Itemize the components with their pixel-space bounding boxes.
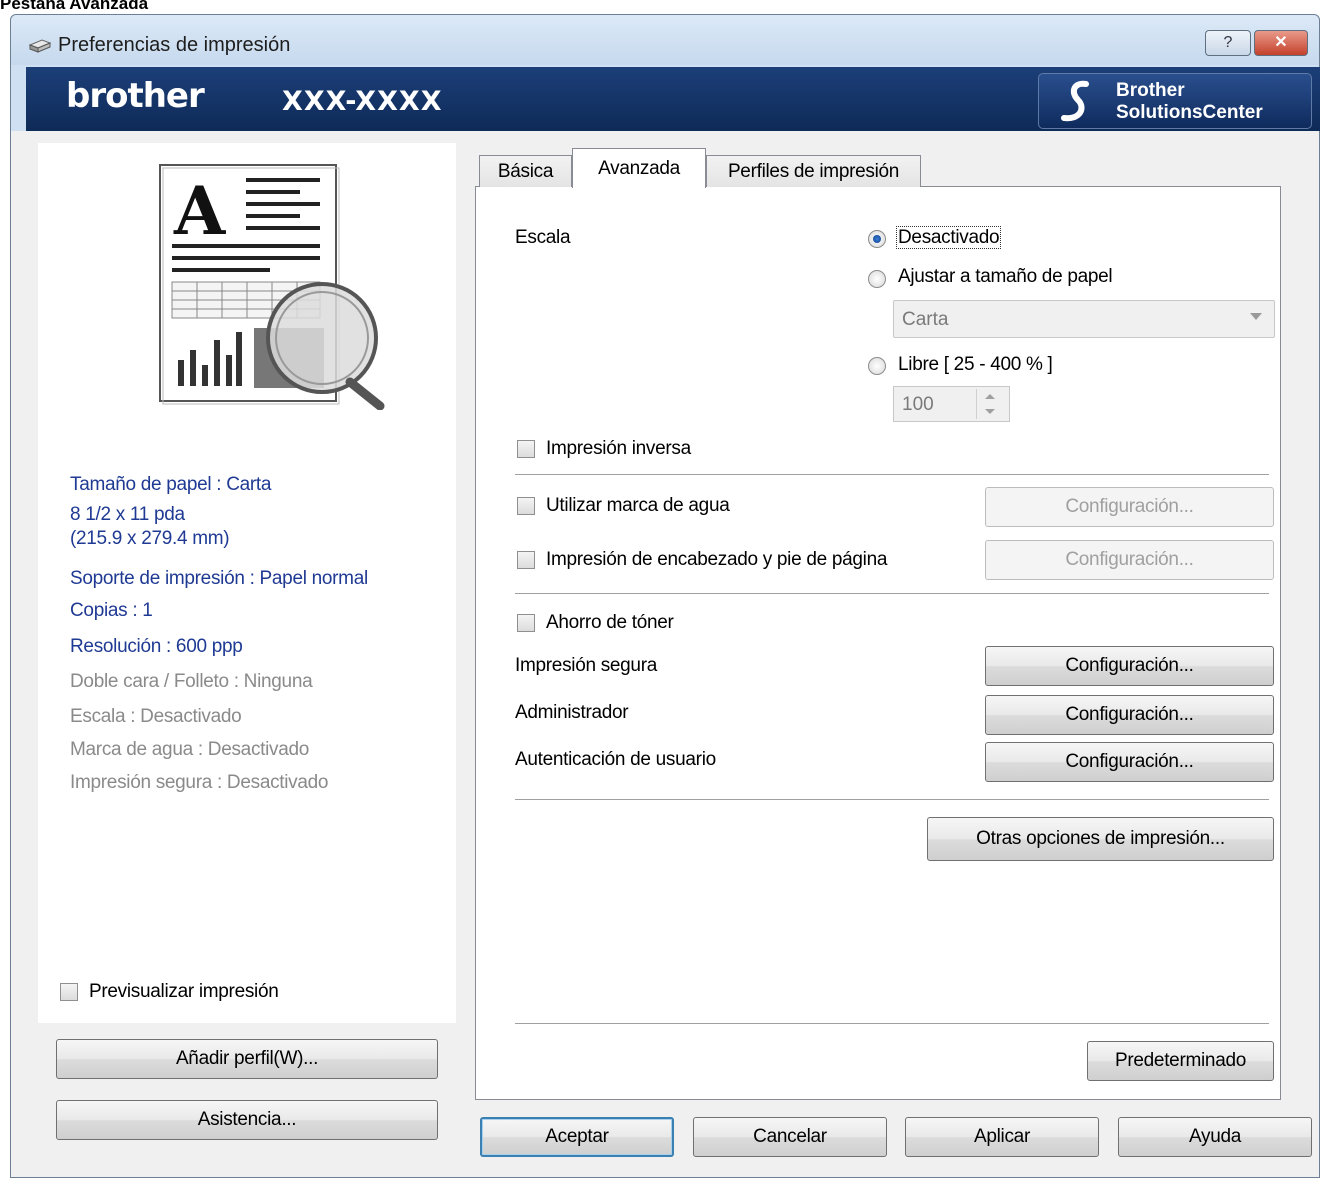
summary-paper-size: Tamaño de papel : Carta	[70, 474, 272, 495]
header-footer-label: Impresión de encabezado y pie de página	[546, 549, 888, 570]
secure-print-label: Impresión segura	[515, 655, 657, 676]
summary-duplex: Doble cara / Folleto : Ninguna	[70, 671, 313, 692]
reverse-print-label: Impresión inversa	[546, 438, 691, 459]
user-auth-config-button[interactable]: Configuración...	[985, 742, 1274, 782]
preview-label: Previsualizar impresión	[89, 981, 279, 1002]
solutions-center-line1: Brother	[1116, 80, 1185, 101]
combo-dropdown-arrow-icon	[1250, 313, 1262, 320]
scale-free-radio[interactable]	[868, 357, 886, 375]
summary-resolution: Resolución : 600 ppp	[70, 636, 243, 657]
summary-paper-inches: 8 1/2 x 11 pda	[70, 504, 185, 525]
ok-button[interactable]: Aceptar	[480, 1117, 674, 1157]
paper-size-combo-value: Carta	[902, 309, 949, 330]
support-button[interactable]: Asistencia...	[56, 1100, 438, 1140]
solutions-center-logo-icon	[1061, 80, 1089, 122]
summary-paper-mm: (215.9 x 279.4 mm)	[70, 528, 230, 549]
tab-advanced[interactable]: Avanzada	[572, 148, 706, 188]
scale-percent-value: 100	[902, 394, 934, 415]
toner-save-checkbox[interactable]	[517, 614, 535, 632]
divider	[515, 593, 1269, 594]
divider	[515, 799, 1269, 800]
printer-icon	[28, 39, 52, 53]
summary-scale: Escala : Desactivado	[70, 706, 242, 727]
scale-fit-radio[interactable]	[868, 270, 886, 288]
tab-print-profiles[interactable]: Perfiles de impresión	[706, 155, 921, 187]
summary-secure: Impresión segura : Desactivado	[70, 772, 329, 793]
divider	[515, 1023, 1269, 1024]
add-profile-button[interactable]: Añadir perfil(W)...	[56, 1039, 438, 1079]
user-auth-label: Autenticación de usuario	[515, 749, 716, 770]
window-title: Preferencias de impresión	[58, 34, 291, 56]
brother-logo: brother	[66, 76, 205, 116]
watermark-config-button[interactable]: Configuración...	[985, 487, 1274, 527]
reverse-print-checkbox[interactable]	[517, 440, 535, 458]
printer-model: XXX-XXXX	[282, 86, 443, 117]
default-button[interactable]: Predeterminado	[1087, 1041, 1274, 1081]
scale-free-label: Libre [ 25 - 400 % ]	[898, 354, 1053, 375]
secure-print-config-button[interactable]: Configuración...	[985, 646, 1274, 686]
spin-down-icon	[985, 409, 995, 414]
help-button[interactable]: Ayuda	[1118, 1117, 1312, 1157]
header-footer-checkbox[interactable]	[517, 551, 535, 569]
apply-button[interactable]: Aplicar	[905, 1117, 1099, 1157]
cancel-button[interactable]: Cancelar	[693, 1117, 887, 1157]
divider	[515, 474, 1269, 475]
help-title-button[interactable]: ?	[1205, 30, 1251, 56]
watermark-label: Utilizar marca de agua	[546, 495, 730, 516]
document-preview-icon: A	[159, 164, 385, 410]
header-footer-config-button[interactable]: Configuración...	[985, 540, 1274, 580]
summary-media: Soporte de impresión : Papel normal	[70, 568, 368, 589]
close-button[interactable]: ✕	[1254, 30, 1308, 56]
svg-text:A: A	[173, 172, 226, 250]
summary-copies: Copias : 1	[70, 600, 153, 621]
scale-off-radio[interactable]	[868, 230, 886, 248]
other-print-options-button[interactable]: Otras opciones de impresión...	[927, 817, 1274, 861]
paper-size-combo[interactable]	[893, 300, 1275, 338]
summary-watermark: Marca de agua : Desactivado	[70, 739, 310, 760]
watermark-checkbox[interactable]	[517, 497, 535, 515]
toner-save-label: Ahorro de tóner	[546, 612, 674, 633]
page-caption: Pestaña Avanzada	[0, 0, 149, 13]
administrator-config-button[interactable]: Configuración...	[985, 695, 1274, 735]
scale-fit-label: Ajustar a tamaño de papel	[898, 266, 1113, 287]
administrator-label: Administrador	[515, 702, 629, 723]
scale-label: Escala	[515, 227, 571, 248]
spin-up-icon	[985, 394, 995, 399]
preview-checkbox[interactable]	[60, 983, 78, 1001]
tab-basic[interactable]: Básica	[479, 155, 572, 187]
solutions-center-line2: SolutionsCenter	[1116, 102, 1263, 123]
scale-off-label: Desactivado	[896, 226, 1002, 249]
